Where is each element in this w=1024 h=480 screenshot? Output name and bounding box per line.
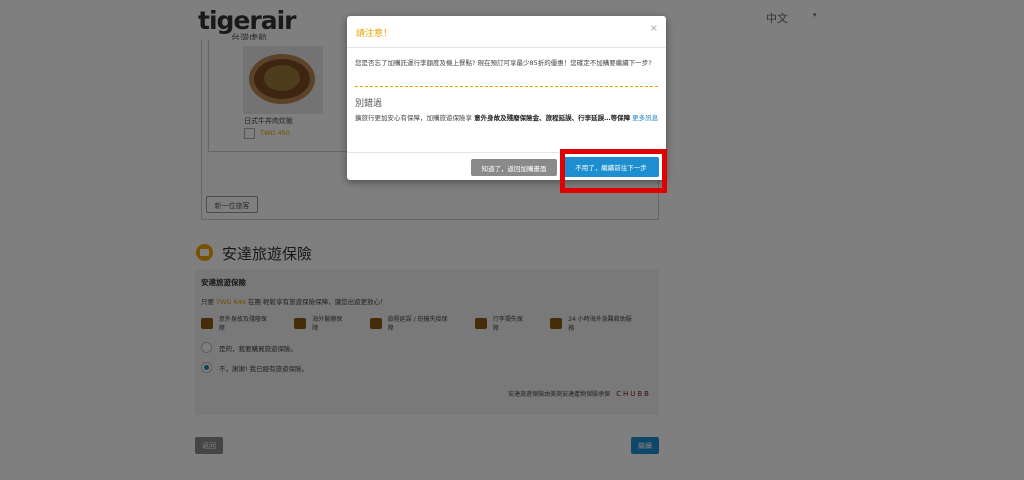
highlight-box xyxy=(560,149,667,193)
modal-title: 請注意！ xyxy=(356,29,393,39)
modal-subtitle: 別錯過 xyxy=(355,99,383,109)
insurance-benefits: 意外身故及殘廢保險金、旅程延誤、行李延誤…等保障 xyxy=(474,114,631,122)
modal-message: 您是否忘了加購託運行李額度及機上餐點? 現在預訂可享最少85折的優惠！您確定不加… xyxy=(355,59,652,67)
more-info-link[interactable]: 更多訊息 xyxy=(632,114,658,122)
divider xyxy=(355,86,658,87)
close-icon[interactable]: × xyxy=(650,23,658,34)
modal-body: 擴旅行更加安心有保障，加購旅遊保險享 意外身故及殘廢保險金、旅程延誤、行李延誤…… xyxy=(355,114,659,122)
divider xyxy=(347,47,666,48)
back-to-addons-button[interactable]: 知道了，返回加購畫面 xyxy=(471,159,557,176)
